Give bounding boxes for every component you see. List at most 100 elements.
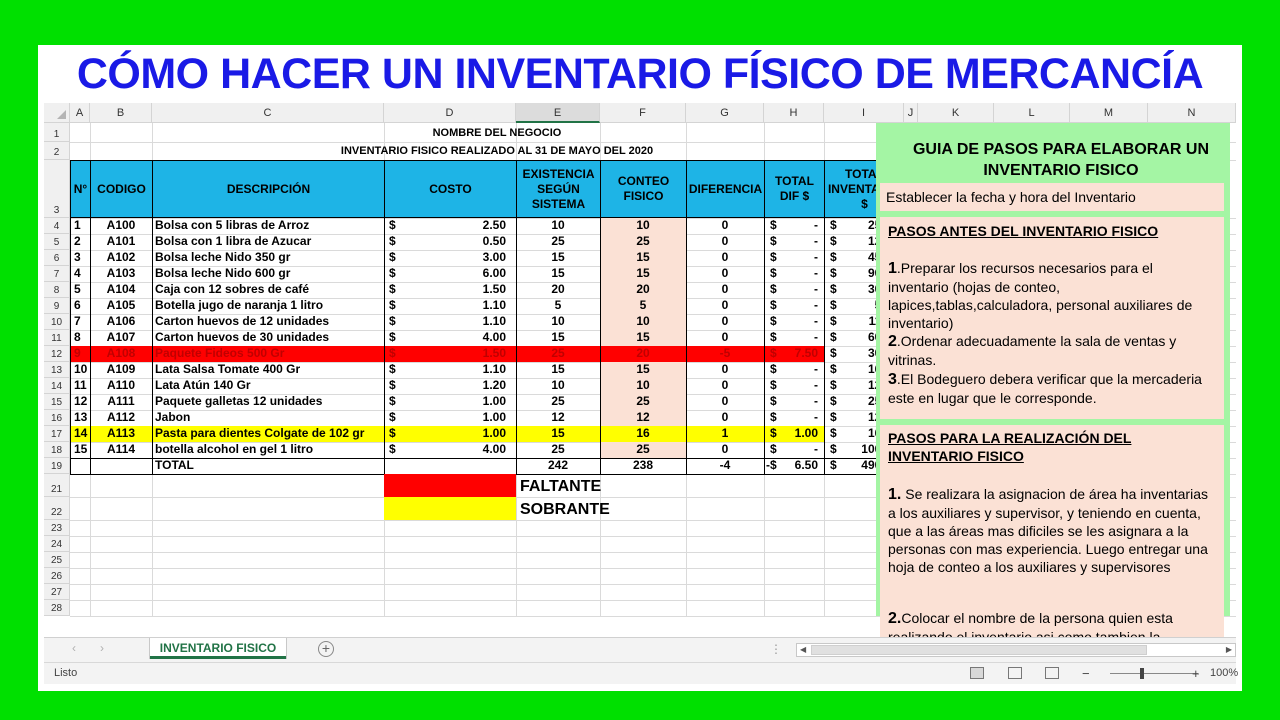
total-dif-value[interactable]: 6.50: [764, 458, 818, 474]
cell-diferencia[interactable]: 0: [686, 362, 764, 378]
cell-n[interactable]: 1: [74, 218, 90, 234]
row-header-11[interactable]: 11: [44, 330, 70, 346]
cell-diferencia[interactable]: 0: [686, 330, 764, 346]
cell-description[interactable]: Carton huevos de 12 unidades: [155, 314, 384, 330]
cell-description[interactable]: Paquete galletas 12 unidades: [155, 394, 384, 410]
row-header-16[interactable]: 16: [44, 410, 70, 426]
cell-n[interactable]: 4: [74, 266, 90, 282]
spreadsheet-grid[interactable]: A B C D E F G H I J K L M N 1 2 3 4 5 6 7 8 9 10 11 12 13 14 15 16 17 1…: [44, 103, 1236, 679]
cell-cost[interactable]: 1.50: [384, 282, 506, 298]
cell-n[interactable]: 13: [74, 410, 90, 426]
row-header-17[interactable]: 17: [44, 426, 70, 442]
select-all-corner[interactable]: [44, 103, 70, 123]
cell-cost[interactable]: 1.00: [384, 394, 506, 410]
cell-diferencia[interactable]: 0: [686, 282, 764, 298]
cell-n[interactable]: 9: [74, 346, 90, 362]
cell-cost[interactable]: 1.10: [384, 314, 506, 330]
row-header-24[interactable]: 24: [44, 536, 70, 552]
cell-n[interactable]: 8: [74, 330, 90, 346]
cell-conteo[interactable]: 20: [600, 346, 686, 362]
horizontal-scrollbar[interactable]: ◀ ▶: [796, 643, 1236, 657]
column-header-n[interactable]: N: [1148, 103, 1236, 123]
cell-cost[interactable]: 2.50: [384, 218, 506, 234]
cell-description[interactable]: Pasta para dientes Colgate de 102 gr: [155, 426, 384, 442]
row-header-13[interactable]: 13: [44, 362, 70, 378]
cell-diferencia[interactable]: 0: [686, 298, 764, 314]
cell-total-dif[interactable]: -: [764, 250, 818, 266]
cell-conteo[interactable]: 20: [600, 282, 686, 298]
cell-cost[interactable]: 4.00: [384, 442, 506, 458]
cell-existencia[interactable]: 15: [516, 250, 600, 266]
cell-description[interactable]: Bolsa con 1 libra de Azucar: [155, 234, 384, 250]
cell-existencia[interactable]: 15: [516, 266, 600, 282]
cell-conteo[interactable]: 15: [600, 266, 686, 282]
cell-code[interactable]: A101: [90, 234, 152, 250]
cell-diferencia[interactable]: 0: [686, 442, 764, 458]
cell-conteo[interactable]: 12: [600, 410, 686, 426]
cell-existencia[interactable]: 25: [516, 234, 600, 250]
normal-view-icon[interactable]: [970, 667, 984, 679]
row-header-9[interactable]: 9: [44, 298, 70, 314]
column-header-i[interactable]: I: [824, 103, 904, 123]
scroll-left-icon[interactable]: ◀: [800, 645, 806, 654]
column-header-d[interactable]: D: [384, 103, 516, 123]
row-header-12[interactable]: 12: [44, 346, 70, 362]
zoom-slider-thumb[interactable]: [1140, 668, 1144, 679]
cell-existencia[interactable]: 25: [516, 394, 600, 410]
cell-total-dif[interactable]: -: [764, 378, 818, 394]
cell-existencia[interactable]: 25: [516, 346, 600, 362]
cell-description[interactable]: Carton huevos de 30 unidades: [155, 330, 384, 346]
cell-conteo[interactable]: 15: [600, 250, 686, 266]
cell-existencia[interactable]: 10: [516, 378, 600, 394]
cell-conteo[interactable]: 25: [600, 394, 686, 410]
column-header-a[interactable]: A: [70, 103, 90, 123]
cell-code[interactable]: A112: [90, 410, 152, 426]
row-header-18[interactable]: 18: [44, 442, 70, 458]
column-header-k[interactable]: K: [918, 103, 994, 123]
column-header-l[interactable]: L: [994, 103, 1070, 123]
cell-conteo[interactable]: 10: [600, 218, 686, 234]
cell-conteo[interactable]: 5: [600, 298, 686, 314]
row-header-26[interactable]: 26: [44, 568, 70, 584]
tab-scroll-left-icon[interactable]: ‹: [72, 641, 76, 655]
cell-conteo[interactable]: 25: [600, 442, 686, 458]
cell-conteo[interactable]: 10: [600, 378, 686, 394]
cell-code[interactable]: A104: [90, 282, 152, 298]
cell-code[interactable]: A111: [90, 394, 152, 410]
cell-cost[interactable]: 3.00: [384, 250, 506, 266]
cell-diferencia[interactable]: 0: [686, 394, 764, 410]
cell-code[interactable]: A103: [90, 266, 152, 282]
cell-description[interactable]: Caja con 12 sobres de café: [155, 282, 384, 298]
cell-code[interactable]: A114: [90, 442, 152, 458]
row-header-22[interactable]: 22: [44, 497, 70, 520]
cell-cost[interactable]: 0.50: [384, 234, 506, 250]
cell-total-dif[interactable]: 1.00: [764, 426, 818, 442]
cell-conteo[interactable]: 25: [600, 234, 686, 250]
row-header-6[interactable]: 6: [44, 250, 70, 266]
cell-total-dif[interactable]: -: [764, 394, 818, 410]
row-header-3[interactable]: 3: [44, 160, 70, 218]
row-header-15[interactable]: 15: [44, 394, 70, 410]
column-header-f[interactable]: F: [600, 103, 686, 123]
cell-description[interactable]: Lata Atún 140 Gr: [155, 378, 384, 394]
cell-n[interactable]: 7: [74, 314, 90, 330]
cell-diferencia[interactable]: 0: [686, 314, 764, 330]
cell-n[interactable]: 14: [74, 426, 90, 442]
cell-cost[interactable]: 4.00: [384, 330, 506, 346]
row-header-25[interactable]: 25: [44, 552, 70, 568]
column-header-c[interactable]: C: [152, 103, 384, 123]
zoom-out-icon[interactable]: −: [1082, 666, 1090, 681]
cell-existencia[interactable]: 10: [516, 218, 600, 234]
cell-n[interactable]: 3: [74, 250, 90, 266]
column-header-j[interactable]: J: [904, 103, 918, 123]
cell-cost[interactable]: 1.00: [384, 410, 506, 426]
cell-description[interactable]: Bolsa leche Nido 350 gr: [155, 250, 384, 266]
cell-conteo[interactable]: 10: [600, 314, 686, 330]
cell-code[interactable]: A100: [90, 218, 152, 234]
cell-n[interactable]: 10: [74, 362, 90, 378]
cell-cost[interactable]: 1.00: [384, 426, 506, 442]
cell-total-dif[interactable]: 7.50: [764, 346, 818, 362]
cell-diferencia[interactable]: 0: [686, 234, 764, 250]
scroll-right-icon[interactable]: ▶: [1226, 645, 1232, 654]
cell-total-dif[interactable]: -: [764, 362, 818, 378]
